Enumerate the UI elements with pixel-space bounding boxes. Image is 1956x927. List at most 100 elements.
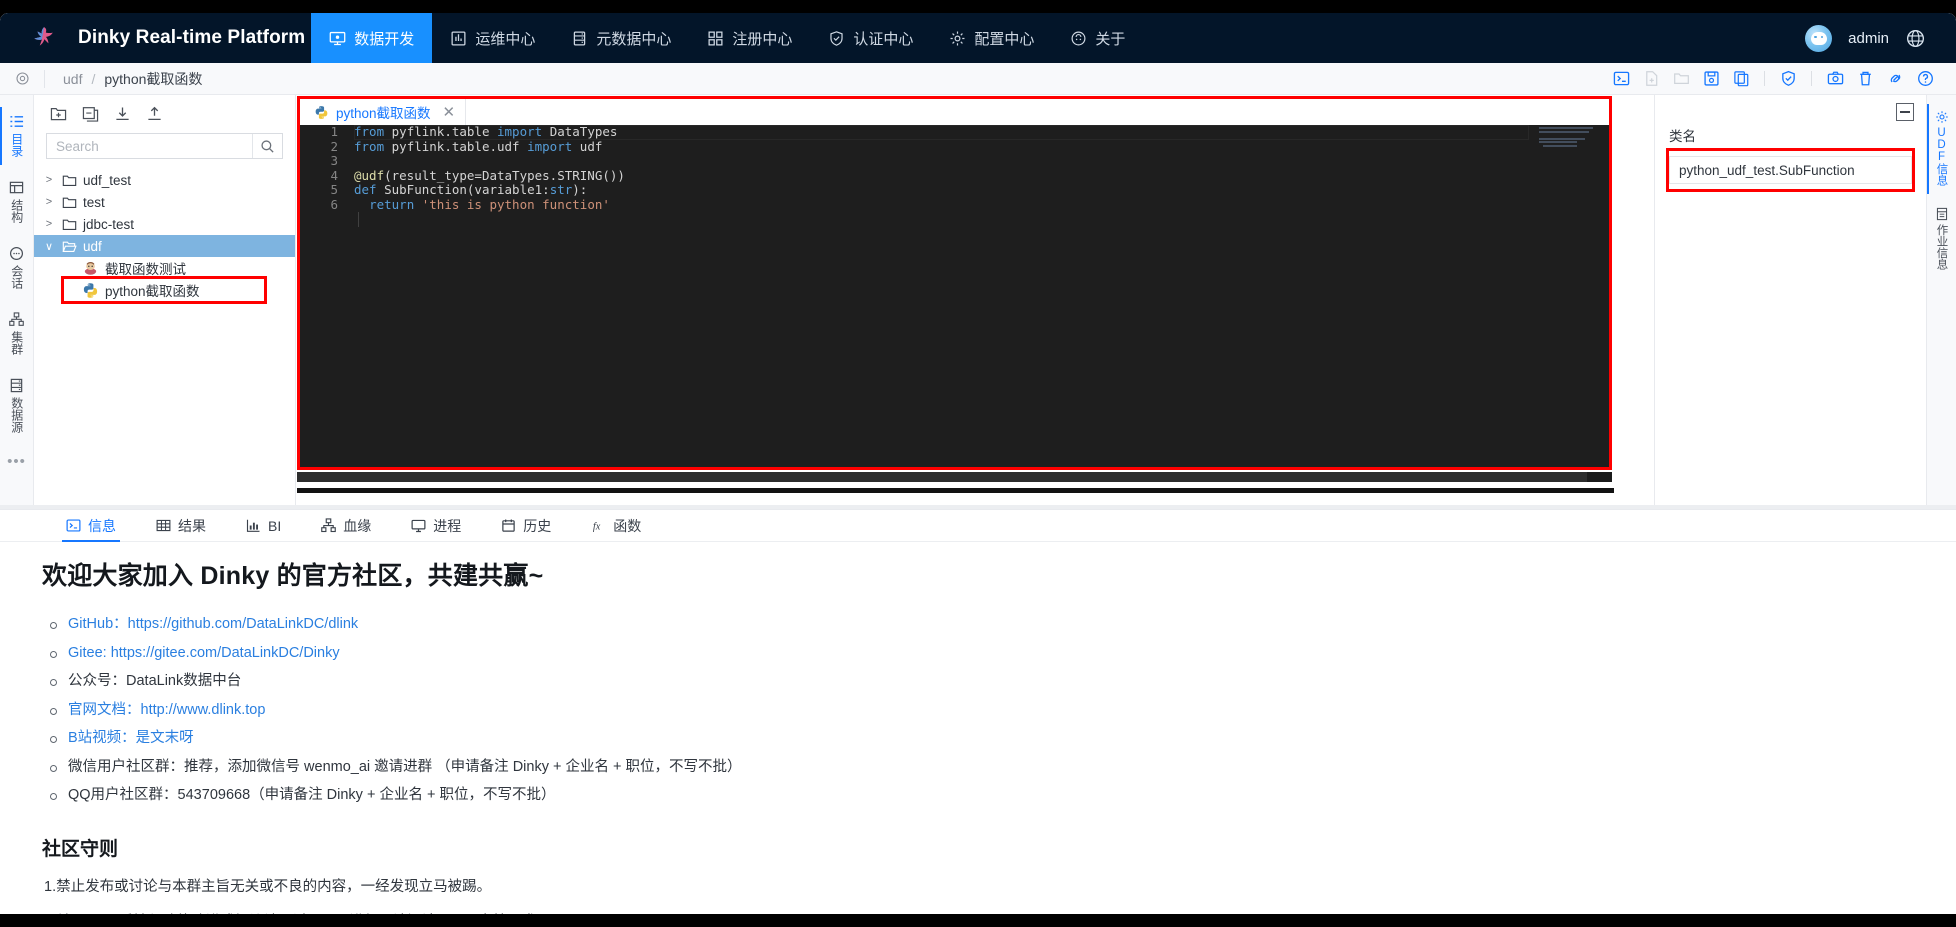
collapse-icon[interactable] [1896,103,1914,121]
class-name-input[interactable] [1669,156,1912,184]
tree-node-label: 截取函数测试 [105,262,186,277]
chevron-right-icon[interactable]: > [42,196,56,208]
tree-node-label: test [83,194,105,210]
nav-item-yunweizhongxin[interactable]: 运维中心 [432,13,553,63]
sidebar-item-structure[interactable]: 结构 [0,171,34,237]
tab-function[interactable]: fx 函数 [571,510,661,541]
breadcrumb-separator: / [91,70,96,87]
more-options-icon[interactable]: ••• [7,447,26,470]
user-name[interactable]: admin [1848,30,1889,47]
folder-icon [62,197,77,208]
tab-result[interactable]: 结果 [136,510,226,541]
collapse-all-icon[interactable] [78,103,102,125]
sidebar-item-session[interactable]: 会话 [0,237,34,303]
breadcrumb-root[interactable]: udf [63,71,82,87]
chart-icon [246,519,260,532]
save-icon[interactable] [1698,67,1724,91]
right-rail-item-job-info[interactable]: 作业信息 [1927,200,1956,284]
tree-node-jdbc-test[interactable]: > jdbc-test [34,213,295,235]
tab-label: 进程 [433,517,462,534]
close-icon[interactable]: ✕ [443,105,456,120]
chevron-right-icon[interactable]: > [42,218,56,230]
search-input[interactable] [47,134,252,158]
item-link[interactable]: https://github.com/DataLinkDC/dlink [128,616,359,632]
open-folder-icon[interactable] [1668,67,1694,91]
nav-item-guanyu[interactable]: 关于 [1052,13,1143,63]
class-name-field-highlight [1666,148,1915,192]
import-icon[interactable] [110,103,134,125]
nav-item-renzhengzhongxin[interactable]: 认证中心 [810,13,931,63]
toolbar-divider [1764,71,1765,86]
export-icon[interactable] [142,103,166,125]
new-folder-icon[interactable] [46,103,70,125]
tree-node-udf[interactable]: ∨ udf [34,235,295,257]
target-icon[interactable] [0,71,44,86]
nav-item-shujukaifa[interactable]: 数据开发 [311,13,433,63]
search-icon [261,139,274,153]
brand-title: Dinky Real-time Platform [78,27,306,48]
sidebar-item-catalog[interactable]: 目录 [0,105,34,171]
tree-node-python-jiequhanshu[interactable]: python截取函数 [61,276,267,304]
app-window: Dinky Real-time Platform 数据开发 运维中心 元数据中心… [0,13,1956,914]
tab-bi[interactable]: BI [226,510,301,541]
nav-label: 数据开发 [354,30,415,48]
community-info-document: 欢迎大家加入 Dinky 的官方社区，共建共赢~ GitHub：https://… [0,542,1956,914]
code-line: 2 from pyflink.table.udf import udf [300,139,1609,155]
search-box [46,133,283,159]
nav-label: 认证中心 [853,30,914,48]
item-prefix: GitHub： [68,616,128,632]
snapshot-icon[interactable] [1822,67,1848,91]
item-link[interactable]: https://gitee.com/DataLinkDC/Dinky [111,645,340,661]
right-rail-item-udf-info[interactable]: UDF信息 [1926,103,1956,200]
new-file-icon[interactable] [1638,67,1664,91]
editor-scroll-shadow [297,488,1614,493]
delete-icon[interactable] [1852,67,1878,91]
tab-label: 函数 [613,517,642,534]
tree-node-jiequhanshuceshi[interactable]: 截取函数测试 [34,257,295,279]
sidebar-item-label: 结构 [9,199,24,223]
gear-icon [1935,111,1948,123]
tree-node-udf_test[interactable]: > udf_test [34,169,295,191]
tab-lineage[interactable]: 血缘 [301,510,391,541]
editor-tab-label: python截取函数 [336,106,431,121]
search-button[interactable] [252,134,282,158]
sidebar-item-label: 数据源 [9,397,24,433]
check-shield-icon[interactable] [1775,67,1801,91]
item-text: 微信用户社区群：推荐，添加微信号 wenmo_ai 邀请进群 （申请备注 Din… [68,758,742,775]
tab-info[interactable]: 信息 [46,510,136,542]
language-globe-icon[interactable] [1905,28,1926,49]
tab-history[interactable]: 历史 [481,510,571,541]
nav-item-peizhizhongxin[interactable]: 配置中心 [931,13,1052,63]
logo[interactable] [0,13,68,63]
sidebar-item-datasource[interactable]: 数据源 [0,369,34,447]
nav-item-zhucezhongxin[interactable]: 注册中心 [689,13,810,63]
minimap[interactable] [1539,127,1601,155]
top-navigation-bar: Dinky Real-time Platform 数据开发 运维中心 元数据中心… [0,13,1956,63]
scrollbar-thumb[interactable] [297,472,1587,482]
sidebar-item-cluster[interactable]: 集群 [0,303,34,369]
help-icon[interactable] [1912,67,1938,91]
tree-node-label: udf [83,238,102,254]
info-circle-icon [1071,31,1086,45]
chevron-down-icon[interactable]: ∨ [42,240,56,253]
item-link[interactable]: 是文末呀 [136,730,194,746]
editor-toolbar [1608,67,1956,91]
copy-icon[interactable] [1728,67,1754,91]
nav-item-yuanshujuzhongxin[interactable]: 元数据中心 [553,13,689,63]
tab-process[interactable]: 进程 [391,510,481,541]
nav-label: 元数据中心 [596,30,672,48]
sidebar-item-label: 会话 [9,265,24,289]
list-icon [10,116,24,127]
editor-horizontal-scrollbar[interactable] [297,472,1612,482]
code-content[interactable]: 1 from pyflink.table import DataTypes 2 … [300,125,1609,467]
tree-node-test[interactable]: > test [34,191,295,213]
folder-open-icon [62,241,77,252]
chevron-right-icon[interactable]: > [42,174,56,186]
item-link[interactable]: http://www.dlink.top [141,702,266,718]
udf-properties-panel: 类名 [1654,95,1926,505]
avatar[interactable] [1805,24,1833,52]
sidebar-item-label: 集群 [9,331,24,355]
editor-tab-python[interactable]: python截取函数 ✕ [300,99,467,125]
console-icon[interactable] [1608,67,1634,91]
link-icon[interactable] [1882,67,1908,91]
